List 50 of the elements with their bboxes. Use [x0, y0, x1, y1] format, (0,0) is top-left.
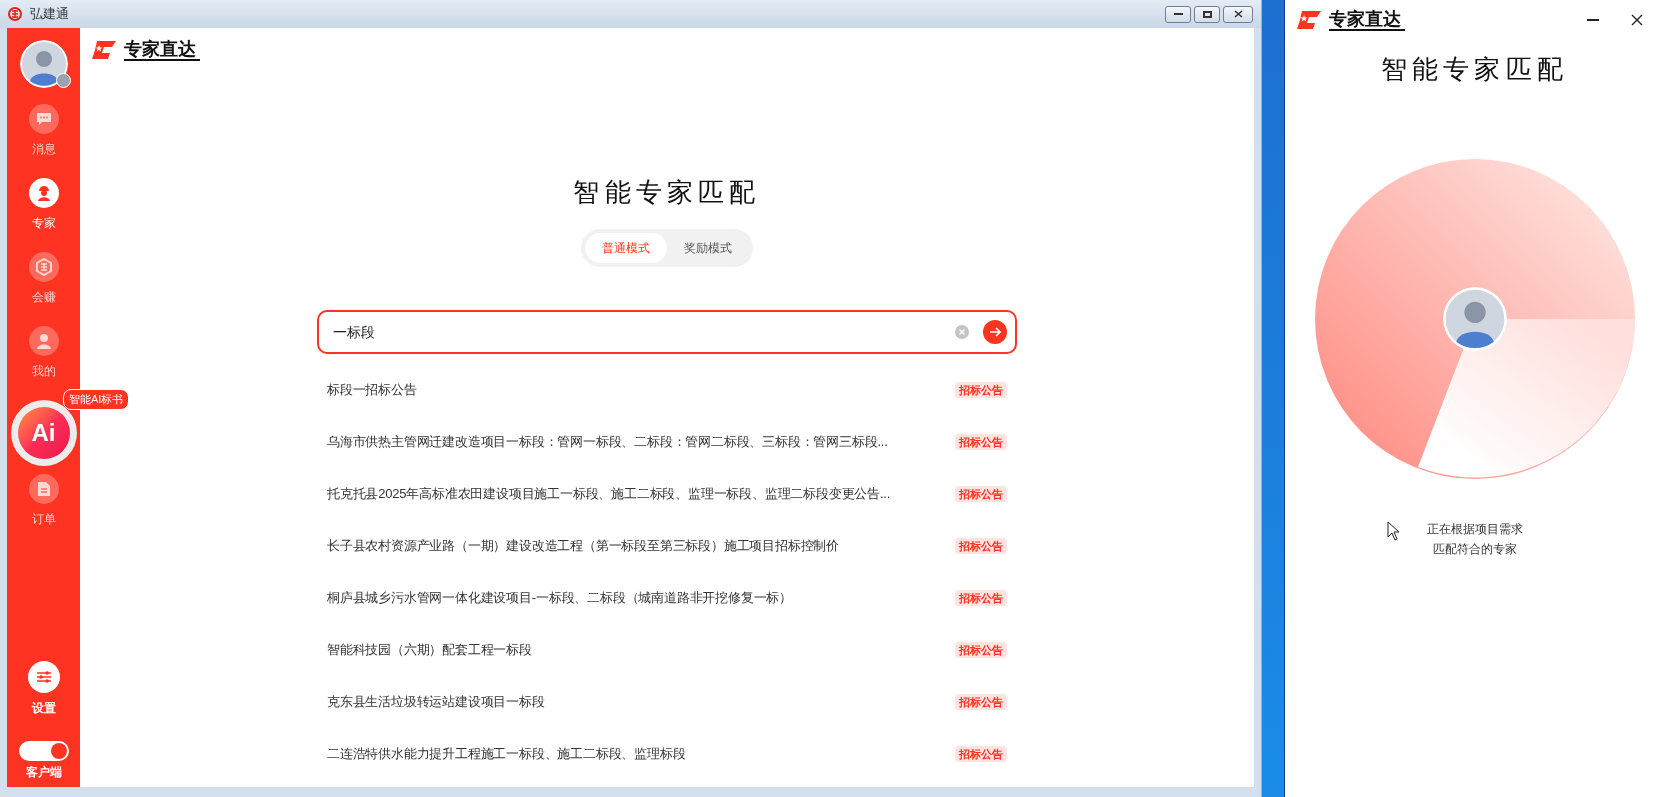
ai-badge: 智能AI标书 [63, 389, 130, 410]
result-tag: 招标公告 [955, 434, 1007, 450]
cursor-icon [1386, 521, 1401, 541]
search-bar[interactable]: 一标段 [317, 310, 1017, 354]
result-title[interactable]: 桐庐县城乡污水管网一体化建设项目-一标段、二标段（城南道路非开挖修复一标） [327, 588, 951, 608]
result-title[interactable]: 标段一招标公告 [327, 380, 951, 400]
result-tag: 招标公告 [955, 642, 1007, 658]
mode-tab[interactable]: 奖励模式 [667, 233, 749, 263]
message-icon [35, 112, 52, 126]
result-tag: 招标公告 [955, 590, 1007, 606]
minimize-button[interactable] [1165, 5, 1191, 23]
sidebar-item[interactable]: 专家 [7, 174, 80, 248]
toggle-label: 客户端 [25, 764, 62, 781]
close-icon [1631, 14, 1643, 26]
person-icon [35, 333, 52, 349]
result-title[interactable]: 托克托县2025年高标准农田建设项目施工一标段、施工二标段、监理一标段、监理二标段变更公告... [327, 484, 951, 504]
expert-avatar [1442, 287, 1507, 351]
worker-icon [35, 185, 52, 201]
result-tag: 招标公告 [955, 694, 1007, 710]
logo-text: 专家直达 [1329, 9, 1405, 31]
logo-icon [92, 41, 116, 59]
submit-button[interactable] [983, 320, 1007, 344]
result-title[interactable]: 克东县生活垃圾转运站建设项目一标段 [327, 692, 951, 712]
status-text: 正在根据项目需求 [1426, 521, 1523, 538]
hexagon-icon [34, 258, 53, 276]
close-icon [1233, 10, 1243, 18]
maximize-button[interactable] [1194, 5, 1220, 23]
result-tag: 招标公告 [955, 382, 1007, 398]
result-title[interactable]: 智能科技园（六期）配套工程一标段 [327, 640, 951, 660]
result-title[interactable]: 乌海市供热主管网迁建改造项目一标段：管网一标段、二标段：管网二标段、三标段：管网三标段... [327, 432, 951, 452]
page-title: 智能专家匹配 [573, 176, 761, 209]
close-button[interactable] [1223, 5, 1253, 23]
result-tag: 招标公告 [955, 538, 1007, 554]
panel-title: 智能专家匹配 [1380, 53, 1569, 86]
search-field[interactable]: 一标段 [333, 321, 955, 343]
logo-icon [1297, 11, 1321, 29]
result-title[interactable]: 二连浩特供水能力提升工程施工一标段、施工二标段、监理标段 [327, 744, 951, 764]
app-icon [8, 7, 22, 21]
client-toggle[interactable] [18, 741, 69, 761]
avatar [19, 40, 68, 88]
window-title: 弘建通 [30, 5, 69, 24]
result-tag: 招标公告 [955, 746, 1007, 762]
mode-tab[interactable]: 普通模式 [585, 233, 667, 263]
result-tag: 招标公告 [955, 486, 1007, 502]
status-text: 匹配符合的专家 [1432, 541, 1517, 558]
settings-icon [35, 670, 52, 684]
result-title[interactable]: 长子县农村资源产业路（一期）建设改造工程（第一标段至第三标段）施工项目招标控制价 [327, 536, 951, 556]
arrow-icon [989, 327, 1001, 337]
logo-text: 专家直达 [124, 39, 200, 61]
document-icon [36, 481, 51, 497]
